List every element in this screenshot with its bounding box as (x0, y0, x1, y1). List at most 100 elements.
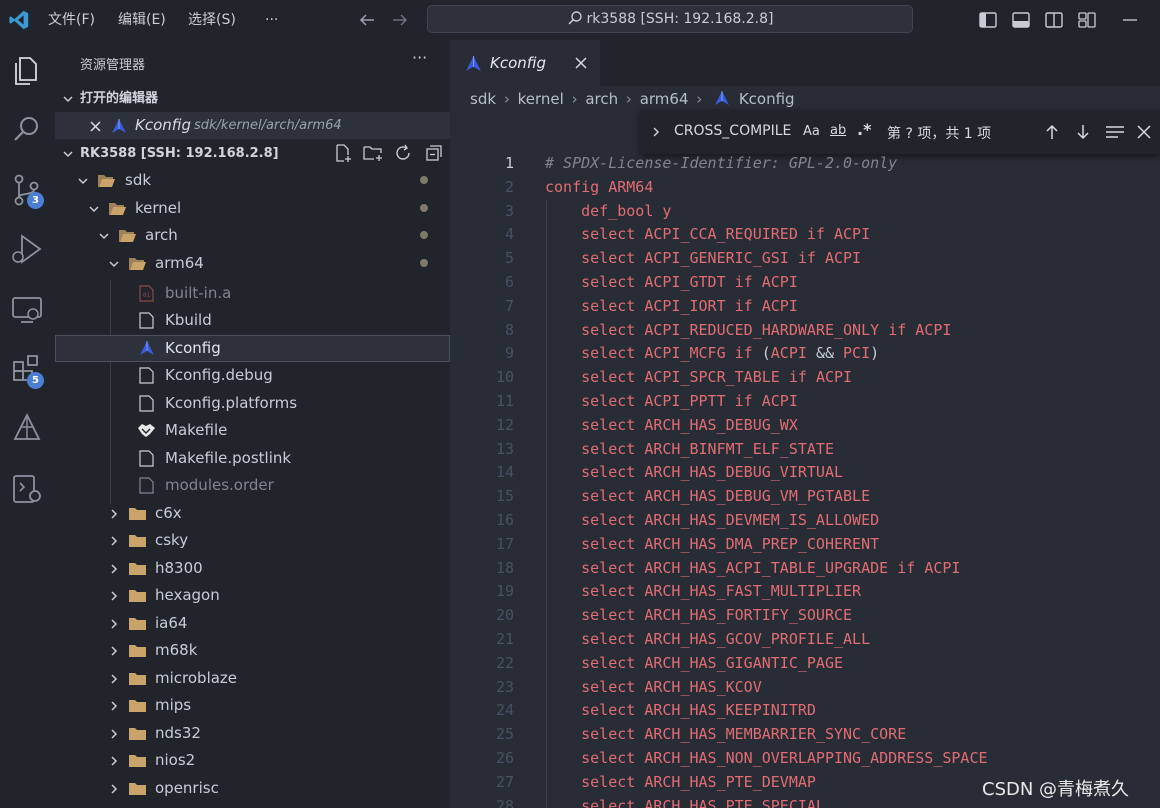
tree-item-modules-order[interactable]: modules.order (55, 472, 450, 499)
code-line[interactable]: 11 select ACPI_PPTT if ACPI (450, 390, 1160, 414)
minimize-icon[interactable] (1120, 10, 1140, 30)
code-line[interactable]: 20 select ARCH_HAS_FORTIFY_SOURCE (450, 604, 1160, 628)
breadcrumb-item[interactable]: sdk (470, 90, 496, 108)
tree-item-kconfig-platforms[interactable]: Kconfig.platforms (55, 390, 450, 417)
refresh-icon[interactable] (393, 143, 413, 163)
open-editor-item[interactable]: Kconfig sdk/kernel/arch/arm64 (55, 112, 450, 139)
tree-item-hexagon[interactable]: hexagon (55, 582, 450, 609)
arrow-up-icon[interactable] (1043, 123, 1061, 141)
close-icon[interactable] (575, 57, 587, 69)
code-line[interactable]: 13 select ARCH_BINFMT_ELF_STATE (450, 437, 1160, 462)
tree-item-makefile[interactable]: Makefile (55, 417, 450, 444)
back-arrow-icon[interactable] (358, 11, 376, 29)
code-line[interactable]: 17 select ARCH_HAS_DMA_PREP_COHERENT (450, 532, 1160, 557)
code-line[interactable]: 14 select ARCH_HAS_DEBUG_VIRTUAL (450, 461, 1160, 486)
tree-item-m68k[interactable]: m68k (55, 637, 450, 664)
sidebar-more-button[interactable]: ··· (412, 48, 427, 67)
close-icon[interactable] (1137, 125, 1151, 139)
tree-item-makefile-postlink[interactable]: Makefile.postlink (55, 445, 450, 472)
tree-item-arm64[interactable]: arm64 (55, 250, 450, 277)
match-whole-word-button[interactable]: ab (830, 123, 846, 138)
remote-explorer-icon[interactable] (8, 290, 46, 328)
code-line[interactable]: 26 select ARCH_HAS_NON_OVERLAPPING_ADDRE… (450, 747, 1160, 771)
line-text: select ACPI_MCFG if (ACPI && PCI) (581, 344, 880, 363)
remote-settings-icon[interactable] (8, 470, 46, 508)
tree-item-sdk[interactable]: sdk (55, 167, 450, 194)
code-line[interactable]: 18 select ARCH_HAS_ACPI_TABLE_UPGRADE if… (450, 556, 1160, 581)
menu-more[interactable]: ··· (265, 0, 278, 40)
vscode-logo-icon[interactable] (8, 9, 30, 31)
open-editors-header[interactable]: 打开的编辑器 (55, 85, 450, 112)
menu-file[interactable]: 文件(F) (48, 0, 95, 40)
code-line[interactable]: 24 select ARCH_HAS_KEEPINITRD (450, 699, 1160, 724)
tab-kconfig[interactable]: Kconfig (450, 40, 600, 86)
code-line[interactable]: 7 select ACPI_IORT if ACPI (450, 294, 1160, 319)
code-line[interactable]: 10 select ACPI_SPCR_TABLE if ACPI (450, 366, 1160, 390)
line-text: select ARCH_HAS_DEVMEM_IS_ALLOWED (581, 511, 880, 529)
tree-item-kconfig-debug[interactable]: Kconfig.debug (55, 362, 450, 389)
tree-item-built-in[interactable]: 01 built-in.a (55, 280, 450, 307)
run-debug-icon[interactable] (8, 230, 46, 268)
tree-item-csky[interactable]: csky (55, 527, 450, 554)
collapse-all-icon[interactable] (423, 143, 443, 163)
code-line[interactable]: 2 config ARM64 (450, 176, 1160, 200)
breadcrumb-item[interactable]: arch (585, 90, 618, 108)
tree-item-label: c6x (155, 504, 182, 522)
arrow-down-icon[interactable] (1074, 123, 1092, 141)
find-input[interactable]: CROSS_COMPILE (674, 123, 791, 139)
new-folder-icon[interactable] (362, 143, 384, 163)
find-in-selection-icon[interactable] (1105, 123, 1125, 141)
workspace-header[interactable]: RK3588 [SSH: 192.168.2.8] (55, 140, 450, 167)
tree-item-nds32[interactable]: nds32 (55, 720, 450, 747)
code-line[interactable]: 6 select ACPI_GTDT if ACPI (450, 271, 1160, 295)
menu-edit[interactable]: 编辑(E) (118, 0, 166, 40)
toggle-primary-sidebar-icon[interactable] (978, 10, 998, 30)
code-line[interactable]: 4 select ACPI_CCA_REQUIRED if ACPI (450, 223, 1160, 248)
tree-item-mips[interactable]: mips (55, 692, 450, 719)
code-line[interactable]: 12 select ARCH_HAS_DEBUG_WX (450, 413, 1160, 438)
forward-arrow-icon[interactable] (391, 11, 409, 29)
chevron-right-icon (111, 591, 118, 601)
toggle-panel-icon[interactable] (1011, 10, 1031, 30)
code-line[interactable]: 5 select ACPI_GENERIC_GSI if ACPI (450, 247, 1160, 271)
command-center[interactable]: rk3588 [SSH: 192.168.2.8] (427, 5, 913, 33)
line-number: 5 (504, 249, 514, 268)
tree-item-kernel[interactable]: kernel (55, 195, 450, 222)
breadcrumb-item[interactable]: kernel (518, 90, 564, 108)
tree-item-ia64[interactable]: ia64 (55, 610, 450, 637)
tree-item-openrisc[interactable]: openrisc (55, 775, 450, 802)
search-icon[interactable] (8, 111, 46, 149)
code-line[interactable]: 8 select ACPI_REDUCED_HARDWARE_ONLY if A… (450, 318, 1160, 343)
menu-selection[interactable]: 选择(S) (188, 0, 236, 40)
code-line[interactable]: 9 select ACPI_MCFG if (ACPI && PCI) (450, 342, 1160, 367)
code-line[interactable]: 1 # SPDX-License-Identifier: GPL-2.0-only (450, 152, 1160, 176)
code-view[interactable]: 1 # SPDX-License-Identifier: GPL-2.0-only… (450, 152, 1160, 808)
tree-item-arch[interactable]: arch (55, 222, 450, 249)
chevron-right-icon[interactable] (650, 126, 662, 138)
code-line[interactable]: 22 select ARCH_HAS_GIGANTIC_PAGE (450, 651, 1160, 676)
code-line[interactable]: 16 select ARCH_HAS_DEVMEM_IS_ALLOWED (450, 509, 1160, 533)
toggle-secondary-sidebar-icon[interactable] (1044, 10, 1064, 30)
tree-item-kconfig[interactable]: Kconfig (55, 335, 450, 362)
use-regex-button[interactable]: .* (857, 120, 871, 139)
customize-layout-icon[interactable] (1077, 10, 1097, 30)
match-case-button[interactable]: Aa (803, 124, 820, 139)
code-line[interactable]: 21 select ARCH_HAS_GCOV_PROFILE_ALL (450, 628, 1160, 652)
code-line[interactable]: 3 def_bool y (450, 199, 1160, 224)
new-file-icon[interactable] (333, 143, 353, 163)
chatgpt-icon[interactable] (8, 410, 46, 448)
breadcrumb-item[interactable]: Kconfig (739, 90, 795, 108)
breadcrumb-item[interactable]: arm64 (640, 90, 689, 108)
tree-item-nios2[interactable]: nios2 (55, 747, 450, 774)
code-line[interactable]: 15 select ARCH_HAS_DEBUG_VM_PGTABLE (450, 485, 1160, 509)
tree-item-kbuild[interactable]: Kbuild (55, 307, 450, 334)
code-line[interactable]: 19 select ARCH_HAS_FAST_MULTIPLIER (450, 580, 1160, 605)
makefile-icon (138, 424, 155, 437)
code-line[interactable]: 23 select ARCH_HAS_KCOV (450, 675, 1160, 700)
tree-item-c6x[interactable]: c6x (55, 500, 450, 527)
explorer-icon[interactable] (8, 52, 46, 90)
close-icon[interactable] (90, 121, 101, 132)
tree-item-h8300[interactable]: h8300 (55, 555, 450, 582)
tree-item-microblaze[interactable]: microblaze (55, 665, 450, 692)
code-line[interactable]: 25 select ARCH_HAS_MEMBARRIER_SYNC_CORE (450, 723, 1160, 747)
